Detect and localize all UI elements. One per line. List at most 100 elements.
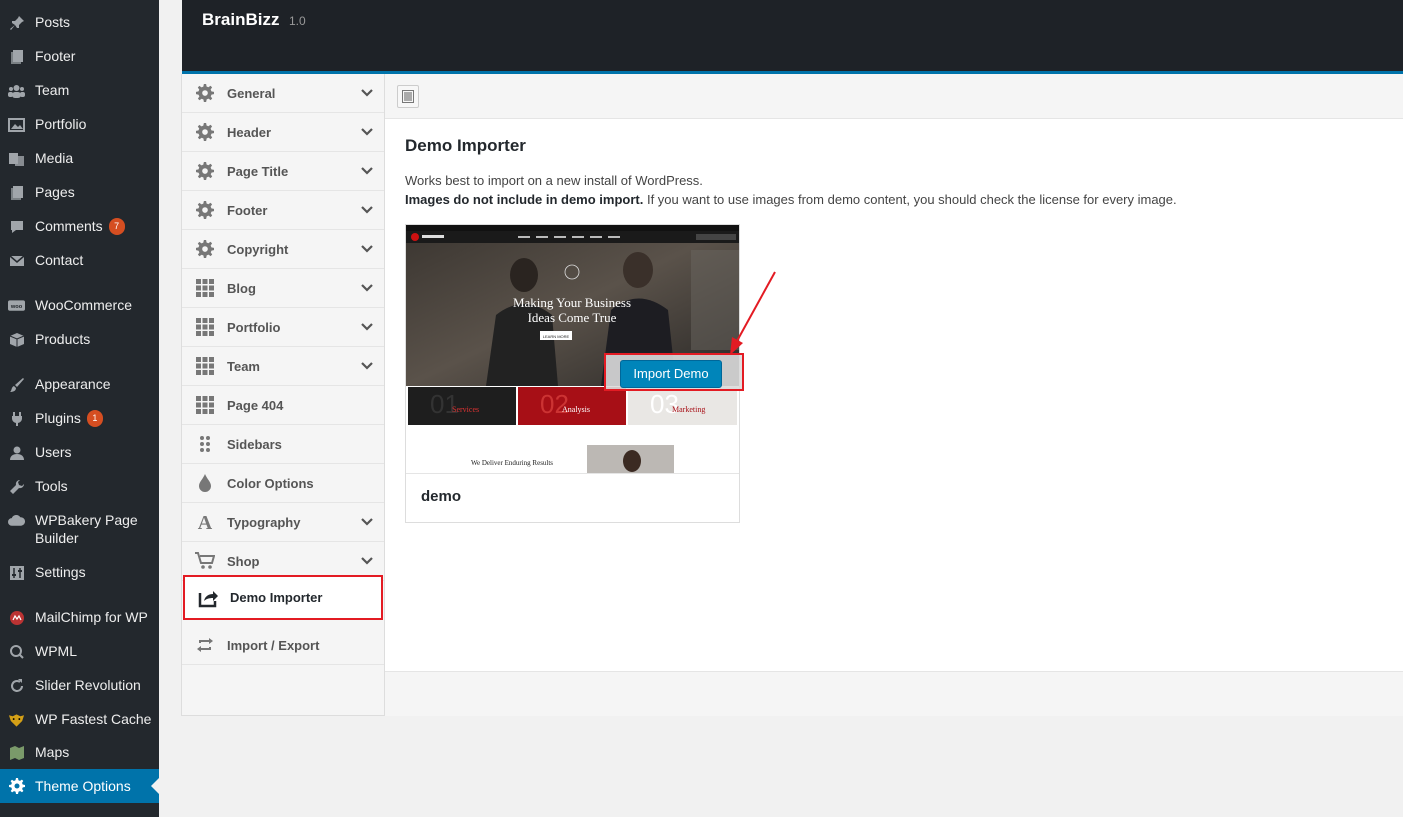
nav-item-demo-importer[interactable]: Demo Importer bbox=[183, 575, 383, 620]
user-icon bbox=[8, 444, 25, 461]
nav-item-label: Header bbox=[227, 124, 272, 140]
svg-text:03: 03 bbox=[650, 389, 679, 419]
menu-item-media[interactable]: Media bbox=[0, 149, 159, 167]
menu-item-wpml[interactable]: WPML bbox=[0, 642, 159, 660]
menu-label: Portfolio bbox=[35, 116, 87, 132]
comments-count-badge: 7 bbox=[108, 218, 125, 235]
menu-item-woocommerce[interactable]: woo WooCommerce bbox=[0, 296, 159, 314]
mailchimp-icon bbox=[8, 609, 25, 626]
menu-item-plugins[interactable]: Plugins 1 bbox=[0, 409, 159, 427]
menu-label: Maps bbox=[35, 744, 70, 760]
gear-icon bbox=[195, 122, 215, 142]
nav-item-team[interactable]: Team bbox=[182, 347, 384, 386]
drop-icon bbox=[195, 473, 215, 493]
nav-item-copyright[interactable]: Copyright bbox=[182, 230, 384, 269]
nav-item-label: General bbox=[227, 85, 276, 101]
nav-item-page-404[interactable]: Page 404 bbox=[182, 386, 384, 425]
font-icon: A bbox=[195, 512, 215, 532]
pages-icon bbox=[8, 48, 25, 65]
menu-item-team[interactable]: Team bbox=[0, 81, 159, 99]
refresh-icon bbox=[8, 677, 25, 694]
admin-sidebar: Posts Footer Team Portfolio Media Pages … bbox=[0, 0, 159, 817]
chevron-down-icon[interactable] bbox=[360, 203, 374, 217]
svg-text:01: 01 bbox=[430, 389, 459, 419]
menu-label: Users bbox=[35, 444, 72, 460]
description-line-1: Works best to import on a new install of… bbox=[405, 173, 703, 188]
description-line-2: Images do not include in demo import. If… bbox=[405, 192, 1177, 207]
chevron-down-icon[interactable] bbox=[360, 554, 374, 568]
options-nav: General Header Page Title Footer Copyright Bl… bbox=[182, 74, 385, 715]
menu-item-comments[interactable]: Comments 7 bbox=[0, 217, 159, 235]
chevron-down-icon[interactable] bbox=[360, 125, 374, 139]
transfer-icon bbox=[195, 635, 215, 655]
nav-item-color-options[interactable]: Color Options bbox=[182, 464, 384, 503]
menu-item-mailchimp[interactable]: MailChimp for WP bbox=[0, 608, 159, 626]
preview-tagline: We Deliver Enduring Results bbox=[471, 459, 553, 467]
active-indicator-arrow bbox=[151, 778, 159, 794]
grid-icon bbox=[195, 278, 215, 298]
nav-item-label: Import / Export bbox=[227, 637, 320, 653]
menu-item-portfolio[interactable]: Portfolio bbox=[0, 115, 159, 133]
section-title: Demo Importer bbox=[405, 136, 526, 155]
menu-item-footer[interactable]: Footer bbox=[0, 47, 159, 65]
grid-icon bbox=[195, 317, 215, 337]
preview-hero-line-1: Making Your Business bbox=[513, 295, 631, 310]
grid-icon bbox=[195, 395, 215, 415]
theme-options-header: BrainBizz 1.0 bbox=[182, 0, 1403, 74]
wpml-icon bbox=[8, 643, 25, 660]
menu-item-pages[interactable]: Pages bbox=[0, 183, 159, 201]
demo-name: demo bbox=[421, 488, 462, 505]
svg-text:A: A bbox=[198, 512, 213, 532]
nav-item-blog[interactable]: Blog bbox=[182, 269, 384, 308]
nav-item-import-export[interactable]: Import / Export bbox=[182, 626, 384, 665]
plugins-count-badge: 1 bbox=[86, 410, 103, 427]
menu-item-tools[interactable]: Tools bbox=[0, 477, 159, 495]
menu-item-wp-fastest-cache[interactable]: WP Fastest Cache bbox=[0, 710, 159, 728]
menu-item-users[interactable]: Users bbox=[0, 443, 159, 461]
chevron-down-icon[interactable] bbox=[360, 242, 374, 256]
dots-icon bbox=[195, 434, 215, 454]
chevron-down-icon[interactable] bbox=[360, 164, 374, 178]
menu-item-products[interactable]: Products bbox=[0, 330, 159, 348]
menu-item-contact[interactable]: Contact bbox=[0, 251, 159, 269]
chevron-down-icon[interactable] bbox=[360, 515, 374, 529]
pages-icon bbox=[8, 184, 25, 201]
menu-item-theme-options[interactable]: Theme Options bbox=[0, 769, 159, 803]
menu-label: Contact bbox=[35, 252, 84, 268]
menu-label: WP Fastest Cache bbox=[35, 711, 152, 727]
nav-item-footer[interactable]: Footer bbox=[182, 191, 384, 230]
gear-icon bbox=[195, 83, 215, 103]
chevron-down-icon[interactable] bbox=[360, 281, 374, 295]
nav-item-general[interactable]: General bbox=[182, 74, 384, 113]
menu-label: Plugins 1 bbox=[35, 409, 103, 427]
nav-item-typography[interactable]: A Typography bbox=[182, 503, 384, 542]
nav-item-portfolio[interactable]: Portfolio bbox=[182, 308, 384, 347]
options-footer-bar bbox=[385, 671, 1403, 716]
menu-label: Settings bbox=[35, 564, 86, 580]
nav-item-header[interactable]: Header bbox=[182, 113, 384, 152]
menu-label: Pages bbox=[35, 184, 75, 200]
chevron-down-icon[interactable] bbox=[360, 86, 374, 100]
menu-item-wpbakery[interactable]: WPBakery Page Builder bbox=[0, 511, 159, 547]
menu-item-appearance[interactable]: Appearance bbox=[0, 375, 159, 393]
nav-item-label: Sidebars bbox=[227, 436, 282, 452]
preview-hero-line-2: Ideas Come True bbox=[528, 310, 617, 325]
menu-item-posts[interactable]: Posts bbox=[0, 13, 159, 31]
preview-tile-3: Marketing bbox=[672, 405, 705, 414]
nav-item-sidebars[interactable]: Sidebars bbox=[182, 425, 384, 464]
svg-text:woo: woo bbox=[10, 303, 23, 309]
chevron-down-icon[interactable] bbox=[360, 320, 374, 334]
menu-item-slider-revolution[interactable]: Slider Revolution bbox=[0, 676, 159, 694]
menu-item-maps[interactable]: Maps bbox=[0, 743, 159, 761]
gear-icon bbox=[195, 200, 215, 220]
description-bold: Images do not include in demo import. bbox=[405, 192, 644, 207]
menu-label: Team bbox=[35, 82, 70, 98]
media-icon bbox=[8, 150, 25, 167]
chevron-down-icon[interactable] bbox=[360, 359, 374, 373]
gear-icon bbox=[195, 161, 215, 181]
expand-toggle-button[interactable] bbox=[397, 85, 419, 108]
menu-item-settings[interactable]: Settings bbox=[0, 563, 159, 581]
import-demo-button[interactable]: Import Demo bbox=[620, 360, 722, 388]
nav-item-page-title[interactable]: Page Title bbox=[182, 152, 384, 191]
portfolio-icon bbox=[8, 116, 25, 133]
